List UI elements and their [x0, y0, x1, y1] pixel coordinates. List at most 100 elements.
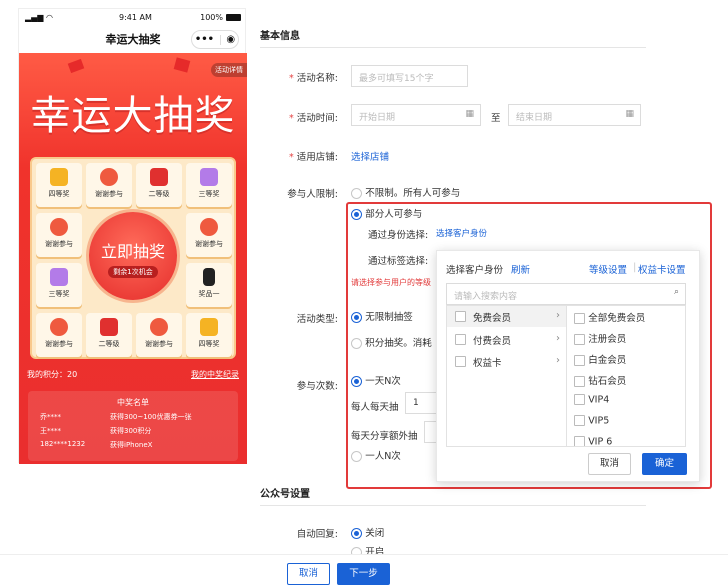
count-option-daily[interactable]: 一天N次 [351, 373, 401, 387]
hero-title: 幸运大抽奖 [30, 93, 236, 139]
activity-time-label: * 活动时间: [289, 113, 338, 124]
radio-icon[interactable] [351, 187, 362, 199]
winner-row: 王**** 获得300积分 [40, 427, 152, 435]
prize-cell: 谢谢参与 [136, 313, 182, 357]
cascader-left-item-active[interactable]: 免费会员 › [447, 306, 566, 327]
radio-checked-icon[interactable] [351, 375, 362, 387]
heart-icon [50, 318, 68, 336]
cascader-right-item[interactable]: 钻石会员 [574, 373, 626, 387]
checkbox[interactable] [574, 312, 585, 324]
more-icon[interactable]: ••• [195, 34, 214, 45]
radio-icon[interactable] [351, 337, 362, 349]
prize-cell: 谢谢参与 [36, 213, 82, 257]
checkbox[interactable] [574, 415, 585, 426]
prize-cell: 谢谢参与 [86, 163, 132, 207]
heart-icon [200, 218, 218, 236]
select-store-link[interactable]: 选择店铺 [351, 149, 389, 163]
heart-icon [150, 318, 168, 336]
checkbox[interactable] [574, 436, 585, 446]
divider [260, 47, 646, 48]
my-wins-link[interactable]: 我的中奖纪录 [191, 369, 239, 380]
red-envelope-icon [150, 168, 168, 186]
lottery-hero: 活动详情 幸运大抽奖 四等奖 谢谢参与 二等级 三等奖 谢谢参与 谢谢参与 三等… [19, 53, 247, 464]
draw-button[interactable]: 立即抽奖 剩余1次机会 [89, 212, 177, 300]
cascader-right-item[interactable]: 全部免费会员 [574, 310, 645, 324]
mini-capsule[interactable]: ••• ◉ [191, 30, 239, 49]
chevron-right-icon: › [556, 355, 560, 366]
radio-checked-icon[interactable] [351, 527, 362, 539]
rules-tag[interactable]: 活动详情 [211, 63, 247, 77]
share-extra-label: 每天分享额外抽 [351, 431, 418, 442]
prize-cell: 三等奖 [186, 163, 232, 207]
radio-icon[interactable] [351, 450, 362, 462]
participant-limit-label: 参与人限制: [287, 189, 338, 200]
daily-draws-label: 每人每天抽 [351, 402, 399, 413]
participant-option-partial[interactable]: 部分人可参与 [351, 206, 422, 220]
cascader-left-item[interactable]: 付费会员 › [447, 329, 566, 350]
link-separator: | [633, 262, 637, 273]
next-step-button[interactable]: 下一步 [337, 563, 390, 585]
identity-select-label: 通过身份选择: [368, 230, 429, 241]
cascader-left-item[interactable]: 权益卡 › [447, 351, 566, 372]
checkbox[interactable] [574, 333, 585, 345]
card-settings-link[interactable]: 权益卡设置 [638, 262, 686, 276]
refresh-link[interactable]: 刷新 [511, 262, 530, 276]
red-envelope-decor [173, 57, 191, 73]
calendar-icon: ▦ [625, 109, 634, 119]
capsule-divider [219, 34, 221, 45]
cascader-right-item[interactable]: VIP4 [574, 394, 609, 406]
search-icon: ⌕ [673, 287, 679, 297]
winners-title: 中奖名单 [117, 398, 149, 407]
close-target-icon[interactable]: ◉ [226, 34, 235, 45]
cascader-right-item[interactable]: VIP 6 [574, 436, 612, 446]
checkbox[interactable] [455, 356, 466, 367]
radio-checked-icon[interactable] [351, 311, 362, 323]
count-option-per-person[interactable]: 一人N次 [351, 448, 401, 462]
cascader-right-item[interactable]: VIP5 [574, 415, 609, 427]
radio-checked-icon[interactable] [351, 208, 362, 220]
gift-icon [50, 268, 68, 286]
status-bar: ▂▄▆ ◠ 9:41 AM 100% [19, 9, 247, 27]
prize-board: 四等奖 谢谢参与 二等级 三等奖 谢谢参与 谢谢参与 三等奖 奖品一 谢谢参与 … [30, 157, 236, 359]
red-envelope-icon [100, 318, 118, 336]
customer-identity-popup: 选择客户身份 刷新 等级设置 | 权益卡设置 请输入搜索内容 ⌕ 免费会员 › 付… [436, 250, 700, 482]
participant-option-all[interactable]: 不限制。所有人可参与 [351, 185, 460, 199]
date-separator: 至 [491, 113, 501, 124]
store-label: * 适用店铺: [289, 152, 338, 163]
cancel-button[interactable]: 取消 [287, 563, 330, 585]
auto-reply-label: 自动回复: [296, 529, 338, 540]
cascader-right-item[interactable]: 白金会员 [574, 352, 626, 366]
type-option-unlimited[interactable]: 无限制抽签 [351, 309, 413, 323]
wechat-settings-title: 公众号设置 [260, 489, 310, 500]
prize-cell: 谢谢参与 [36, 313, 82, 357]
activity-name-label: * 活动名称: [289, 73, 338, 84]
type-option-points[interactable]: 积分抽奖。消耗 [351, 335, 436, 349]
checkbox[interactable] [574, 394, 585, 405]
nav-bar: 幸运大抽奖 ••• ◉ [19, 27, 247, 53]
start-date-input[interactable]: 开始日期 ▦ [351, 104, 481, 126]
end-date-input[interactable]: 结束日期 ▦ [508, 104, 641, 126]
prize-cell: 奖品一 [186, 263, 232, 307]
popup-cancel-button[interactable]: 取消 [588, 453, 631, 475]
daily-draws-input[interactable]: 1 [405, 392, 437, 414]
tag-select-label: 通过标签选择: [368, 256, 429, 267]
popup-search-input[interactable]: 请输入搜索内容 ⌕ [446, 283, 686, 305]
prize-cell: 四等奖 [36, 163, 82, 207]
checkbox[interactable] [574, 354, 585, 366]
activity-name-input[interactable]: 最多可填写15个字 [351, 65, 468, 87]
checkbox[interactable] [574, 375, 585, 387]
status-time: 9:41 AM [119, 13, 152, 22]
checkbox[interactable] [455, 334, 466, 345]
cascader-right-item[interactable]: 注册会员 [574, 331, 626, 345]
red-envelope-decor [67, 58, 85, 74]
heart-icon [50, 218, 68, 236]
prize-cell: 三等奖 [36, 263, 82, 307]
level-settings-link[interactable]: 等级设置 [589, 262, 627, 276]
prize-cell: 二等级 [86, 313, 132, 357]
auto-reply-off[interactable]: 关闭 [351, 525, 384, 539]
popup-confirm-button[interactable]: 确定 [642, 453, 687, 475]
footer-bar: 取消 下一步 [0, 554, 728, 586]
heart-icon [100, 168, 118, 186]
select-identity-link[interactable]: 选择客户身份 [436, 227, 487, 239]
checkbox[interactable] [455, 311, 466, 322]
